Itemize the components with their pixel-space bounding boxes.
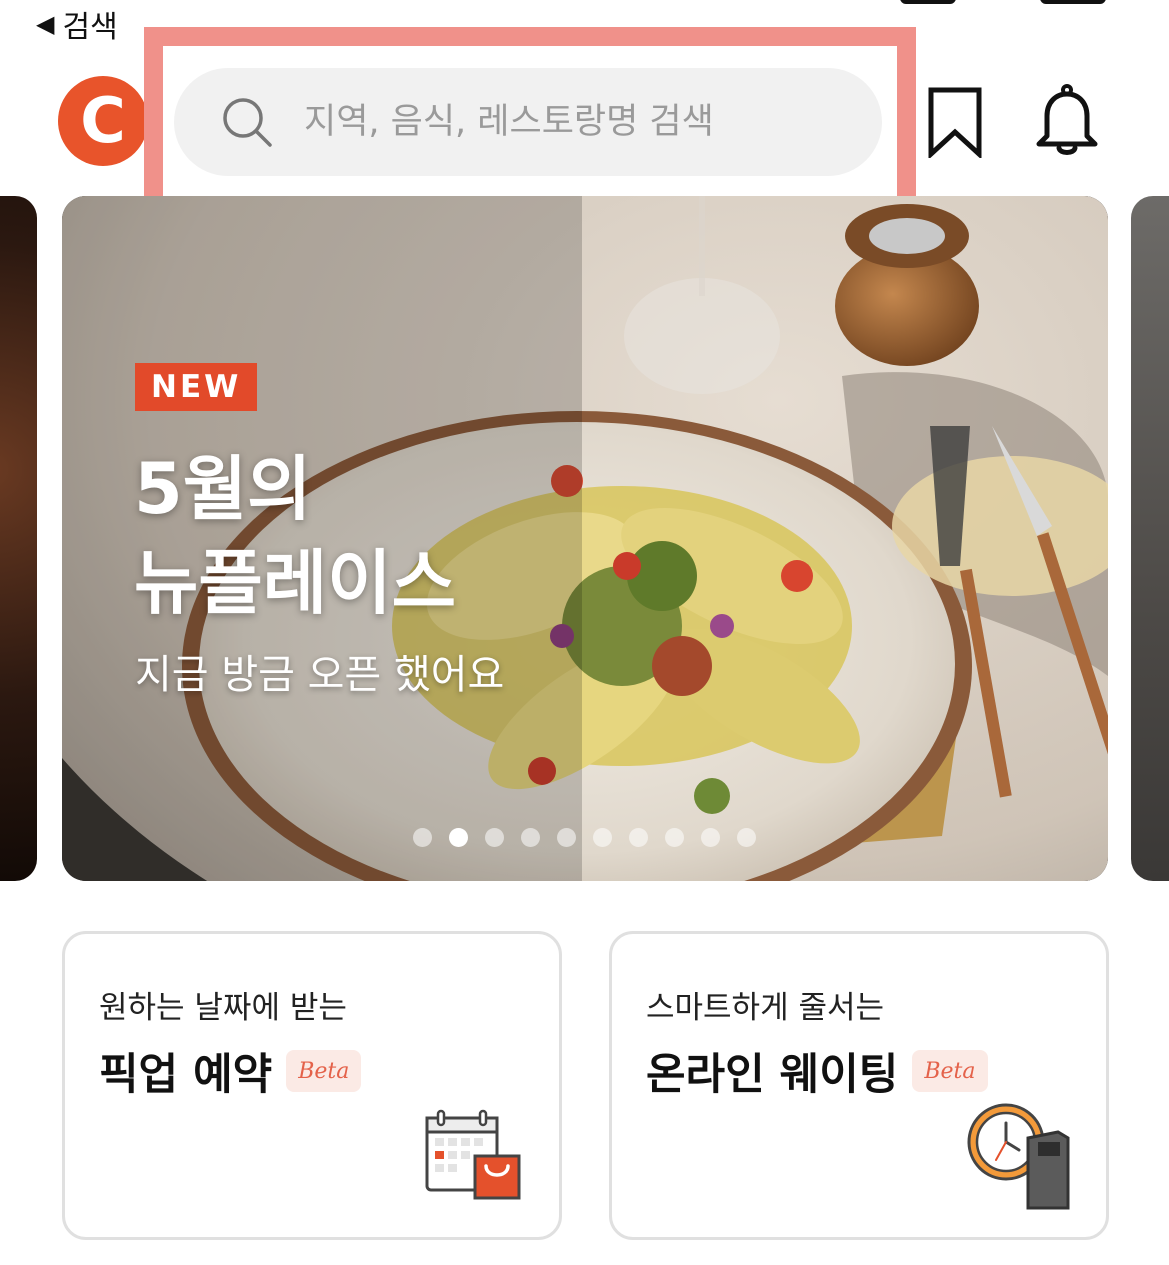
search-input[interactable]: [304, 102, 864, 142]
carousel-dot[interactable]: [521, 828, 540, 847]
status-bar-battery: [1040, 0, 1106, 4]
search-bar[interactable]: [174, 68, 882, 176]
bookmark-icon[interactable]: [926, 86, 984, 158]
card-title: 픽업 예약: [99, 1050, 273, 1100]
online-waiting-card[interactable]: 스마트하게 줄서는 온라인 웨이팅 Beta: [609, 931, 1109, 1240]
logo-letter: C: [80, 84, 126, 157]
clock-kiosk-icon: [967, 1103, 1070, 1210]
bell-icon[interactable]: [1034, 84, 1100, 158]
carousel-dot[interactable]: [629, 828, 648, 847]
promo-banner[interactable]: NEW 5월의 뉴플레이스 지금 방금 오픈 했어요: [62, 196, 1108, 881]
card-subtitle: 원하는 날짜에 받는: [99, 990, 347, 1026]
back-link-label: 검색: [62, 10, 118, 45]
search-icon: [223, 98, 272, 147]
carousel-dot[interactable]: [485, 828, 504, 847]
app-logo[interactable]: C: [58, 76, 148, 166]
card-subtitle: 스마트하게 줄서는: [646, 990, 885, 1026]
carousel-next-card[interactable]: [1131, 196, 1169, 881]
app-screen: ◀ 검색 C 지역, 음식, 레스토랑명 검색 NEW 5월의 뉴플레이스 지금…: [0, 0, 1169, 1265]
back-to-search-link[interactable]: ◀ 검색: [36, 2, 118, 46]
banner-subtitle: 지금 방금 오픈 했어요: [135, 652, 505, 698]
carousel-pagination: [413, 828, 756, 847]
beta-badge: Beta: [286, 1050, 362, 1092]
new-badge: NEW: [135, 363, 258, 411]
carousel-dot[interactable]: [737, 828, 756, 847]
back-arrow-icon: ◀: [36, 10, 55, 38]
beta-badge: Beta: [912, 1050, 988, 1092]
carousel-dot-active[interactable]: [449, 828, 468, 847]
status-bar-signal: [900, 0, 956, 4]
banner-title: 5월의 뉴플레이스: [134, 442, 456, 630]
calendar-shopping-bag-icon: [425, 1109, 521, 1200]
carousel-prev-card[interactable]: [0, 196, 37, 881]
card-title: 온라인 웨이팅: [646, 1050, 899, 1100]
carousel-dot[interactable]: [593, 828, 612, 847]
card-title-row: 픽업 예약 Beta: [99, 1040, 362, 1102]
pickup-reservation-card[interactable]: 원하는 날짜에 받는 픽업 예약 Beta: [62, 931, 562, 1240]
card-title-row: 온라인 웨이팅 Beta: [646, 1040, 988, 1102]
banner-title-line2: 뉴플레이스: [134, 542, 456, 624]
carousel-dot[interactable]: [665, 828, 684, 847]
carousel-dot[interactable]: [701, 828, 720, 847]
carousel-dot[interactable]: [413, 828, 432, 847]
carousel-dot[interactable]: [557, 828, 576, 847]
banner-title-line1: 5월의: [134, 448, 312, 530]
